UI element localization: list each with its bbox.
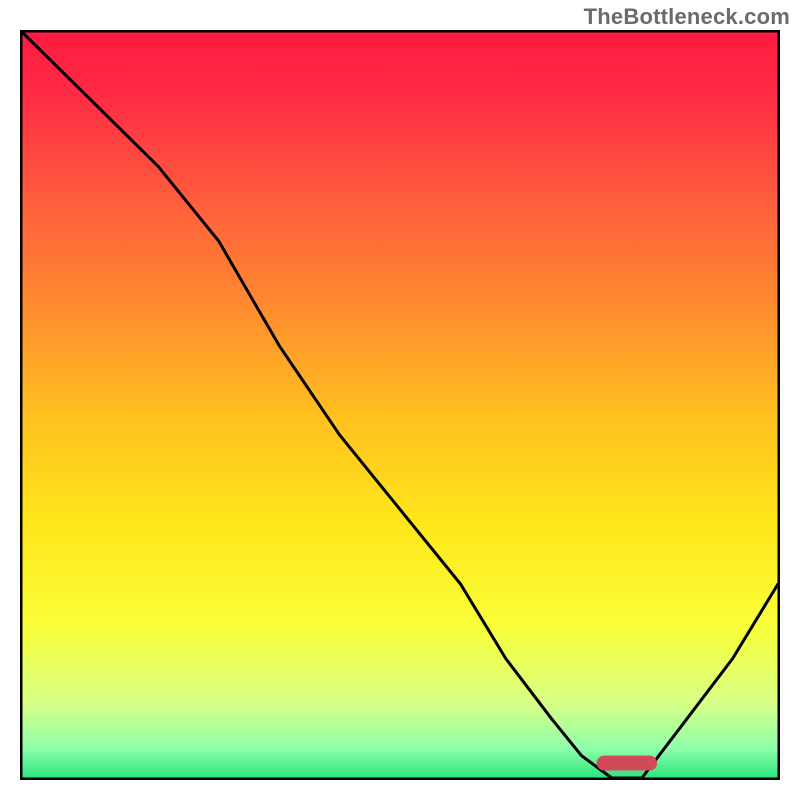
chart-canvas [20, 30, 780, 780]
chart-plot [20, 30, 780, 780]
chart-stage: TheBottleneck.com [0, 0, 800, 800]
optimal-marker [597, 756, 658, 771]
watermark-label: TheBottleneck.com [584, 4, 790, 30]
